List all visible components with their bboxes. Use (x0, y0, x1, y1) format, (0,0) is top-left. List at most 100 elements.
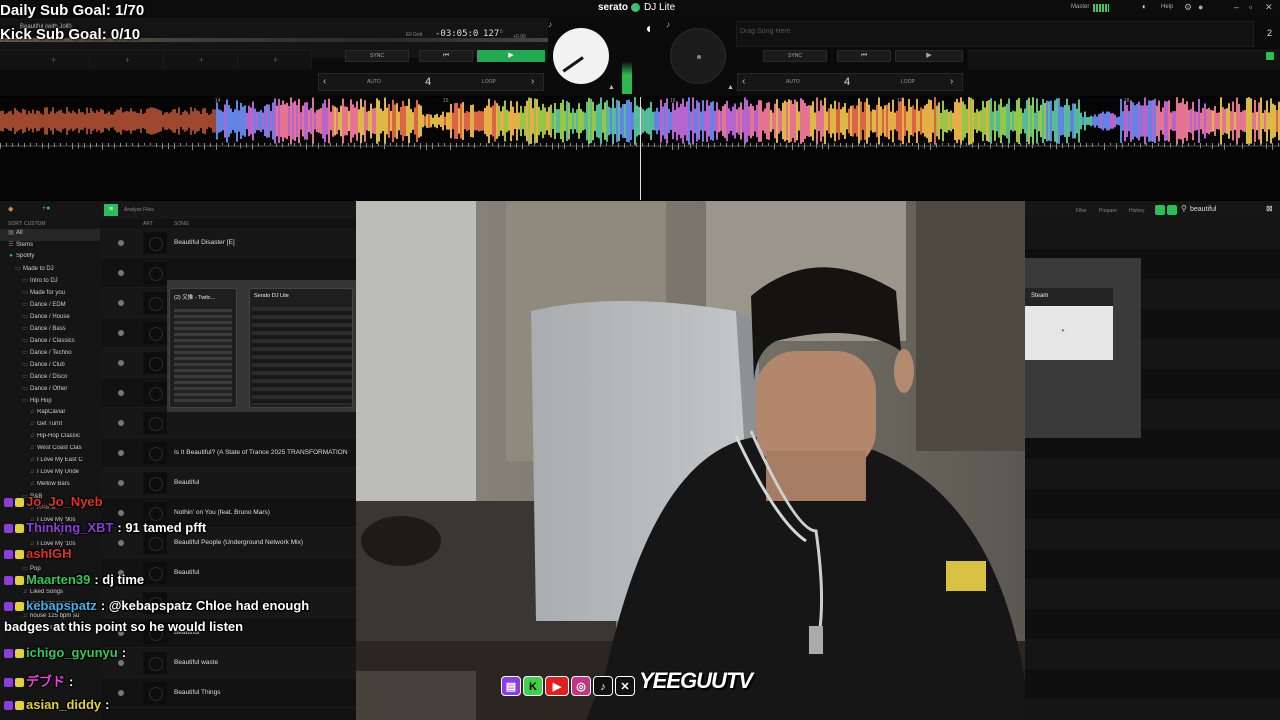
waveform-display[interactable]: 14 15 16 17 18 (0, 97, 1280, 200)
deck-right-platter[interactable] (670, 28, 726, 84)
crate-item[interactable]: ▭ Dance / Other (0, 385, 100, 397)
chat-username[interactable]: kebapspatz (26, 598, 97, 613)
sync-indicator-icon[interactable]: ◐ (1142, 2, 1147, 11)
crate-item[interactable]: ▭ Hip Hop (0, 397, 100, 409)
track-row[interactable] (101, 408, 356, 438)
column-art[interactable]: ART (143, 221, 153, 227)
deck-left-lock-icon[interactable]: ▲ (608, 84, 615, 91)
filter-icon[interactable] (1155, 205, 1165, 215)
right-track-row[interactable] (1025, 609, 1280, 639)
prepare-tab[interactable]: Prepare (1099, 208, 1117, 214)
cue-pad-1[interactable]: + (18, 52, 90, 68)
chat-username[interactable]: asian_diddy (26, 697, 101, 712)
crate-item[interactable]: ▦ All (0, 229, 100, 241)
crate-item[interactable]: ▭ Dance / EDM (0, 301, 100, 313)
waveform-bar (1080, 112, 1082, 130)
crate-item[interactable]: ♫ RapCaviar (0, 409, 100, 421)
deck-right-lock-icon[interactable]: ▲ (727, 84, 734, 91)
minimize-button[interactable]: – (1234, 2, 1239, 12)
deck-right-sync-icon[interactable]: ♪ (666, 20, 670, 29)
files-tab[interactable]: Files (1076, 208, 1087, 214)
right-track-row[interactable] (1025, 699, 1280, 720)
loop-label[interactable]: LOOP (482, 79, 496, 85)
right-track-row[interactable] (1025, 549, 1280, 579)
history-tab[interactable]: History (1129, 208, 1145, 214)
track-row[interactable]: Is It Beautiful? (A State of Trance 2025… (101, 438, 356, 468)
right-track-row[interactable] (1025, 669, 1280, 699)
right-track-row[interactable] (1025, 489, 1280, 519)
chat-username[interactable]: ashIGH (26, 546, 72, 561)
crate-item[interactable]: ▭ Dance / House (0, 313, 100, 325)
crate-item[interactable]: ▭ Dance / Disco (0, 373, 100, 385)
maximize-button[interactable]: ▫ (1249, 2, 1252, 12)
loop-prev-icon[interactable]: ‹ (742, 76, 745, 87)
crate-item[interactable]: ♫ Mellow Bars (0, 481, 100, 493)
right-toolbar: Files Prepare History ⚲ beautiful ⊠ (1025, 201, 1280, 219)
add-crate-icon[interactable]: ◆ (8, 205, 13, 213)
crate-item[interactable]: ▭ Dance / Bass (0, 325, 100, 337)
analyze-files-button[interactable]: Analyze Files (124, 207, 154, 213)
user-icon[interactable]: ● (1198, 2, 1203, 12)
search-input[interactable]: beautiful (1190, 206, 1216, 213)
track-row[interactable]: Beautiful Things (101, 678, 356, 708)
chat-username[interactable]: Maarten39 (26, 572, 90, 587)
right-track-row[interactable] (1025, 519, 1280, 549)
crate-item[interactable]: ☰ Stems (0, 241, 100, 253)
track-row[interactable]: Beautiful waste (101, 648, 356, 678)
steam-window-header[interactable]: Steam (1025, 288, 1113, 306)
cue-pad-3[interactable]: + (166, 52, 238, 68)
crate-item[interactable]: ♫ Get Turnt (0, 421, 100, 433)
deck-right-drop-zone[interactable]: Drag Song Here (736, 21, 1254, 47)
crate-item[interactable]: ♫ I Love My East C (0, 457, 100, 469)
close-window-button[interactable]: ✕ (1265, 2, 1273, 13)
deck-right-play-button[interactable]: ▶ (895, 50, 963, 62)
auto-loop-label[interactable]: AUTO (786, 79, 800, 85)
cue-pad-2[interactable]: + (92, 52, 164, 68)
all-icon[interactable] (1167, 205, 1177, 215)
crate-label: Hip Hop (30, 398, 52, 404)
right-track-row[interactable] (1025, 219, 1280, 249)
clear-search-icon[interactable]: ⊠ (1266, 204, 1273, 213)
crate-item[interactable]: ▭ Dance / Techno (0, 349, 100, 361)
chat-username[interactable]: Thinking_XBT (26, 520, 113, 535)
crate-item[interactable]: ▭ Dance / Club (0, 361, 100, 373)
deck-left-sync-button[interactable]: SYNC (345, 50, 409, 62)
crate-item[interactable]: ♫ Hip-Hop Classic (0, 433, 100, 445)
right-track-row[interactable] (1025, 459, 1280, 489)
cue-pad-4[interactable]: + (240, 52, 312, 68)
loop-prev-icon[interactable]: ‹ (323, 76, 326, 87)
deck-left-platter[interactable] (553, 28, 609, 84)
crate-item[interactable]: ▭ Intro to DJ (0, 277, 100, 289)
steam-window-body[interactable]: ◔ (1025, 306, 1113, 360)
waveform-bar (834, 100, 836, 142)
chat-username[interactable]: ichigo_gyunyu (26, 645, 118, 660)
track-row[interactable]: Beautiful Disaster [E] (101, 228, 356, 258)
list-view-icon[interactable]: ≡ (104, 204, 118, 216)
crate-item[interactable]: ▭ Made to DJ (0, 265, 100, 277)
track-row[interactable]: Beautiful (101, 468, 356, 498)
deck-left-play-button[interactable]: ▶ (477, 50, 545, 62)
crate-item[interactable]: ♫ West Coast Clas (0, 445, 100, 457)
crate-item[interactable]: ♫ I Love My Unde (0, 469, 100, 481)
deck-right-cue-button[interactable]: ⏮ (837, 50, 891, 62)
right-track-row[interactable] (1025, 639, 1280, 669)
right-track-row[interactable] (1025, 579, 1280, 609)
loop-next-icon[interactable]: › (531, 76, 534, 87)
chat-username[interactable]: Jo_Jo_Nyeb (26, 494, 103, 509)
deck-right-sync-button[interactable]: SYNC (763, 50, 827, 62)
add-smart-crate-icon[interactable]: +● (42, 205, 50, 212)
deck-left-cue-button[interactable]: ⏮ (419, 50, 473, 62)
auto-loop-label[interactable]: AUTO (367, 79, 381, 85)
loop-label[interactable]: LOOP (901, 79, 915, 85)
crate-item[interactable]: ▭ Made for you (0, 289, 100, 301)
chat-username[interactable]: デブド (26, 674, 65, 689)
gear-icon[interactable]: ⚙ (1184, 2, 1192, 13)
column-song[interactable]: SONG (174, 221, 189, 227)
window-thumb-twitch[interactable]: (2) 又推 - Twitc... (169, 288, 237, 408)
help-menu[interactable]: Help (1161, 4, 1173, 10)
deck-left-sync-icon[interactable]: ♪ (548, 20, 552, 29)
crate-item[interactable]: ● Spotify (0, 253, 100, 265)
loop-next-icon[interactable]: › (950, 76, 953, 87)
crate-item[interactable]: ▭ Dance / Classics (0, 337, 100, 349)
window-thumb-serato[interactable]: Serato DJ Lite (249, 288, 353, 408)
